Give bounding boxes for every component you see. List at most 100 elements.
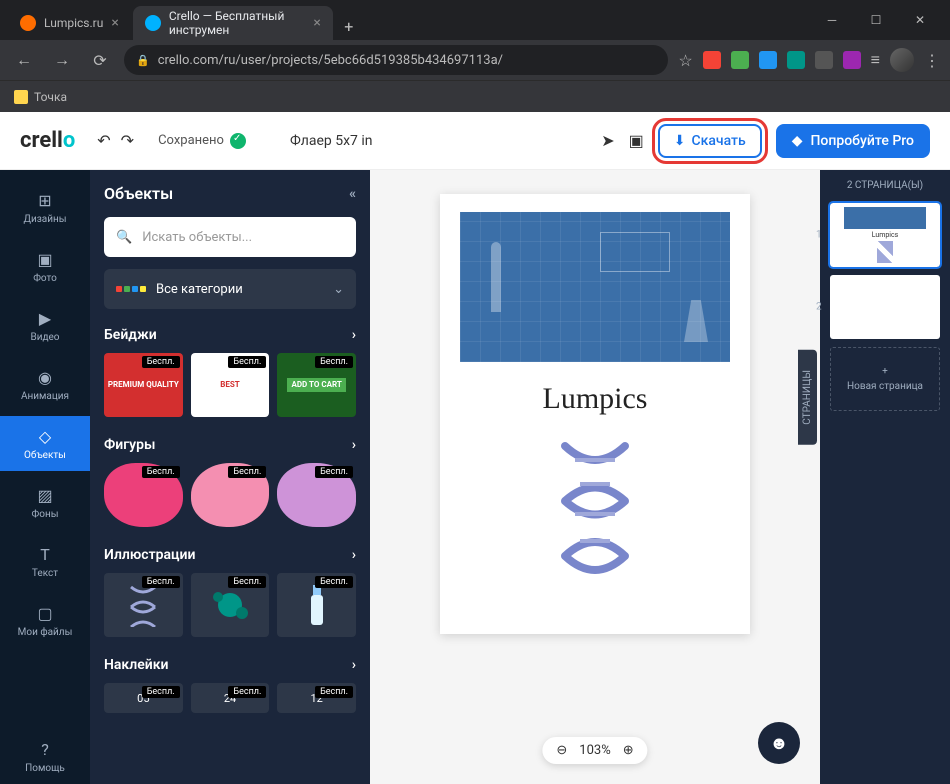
chevron-right-icon[interactable]: › [352,327,356,343]
diamond-icon: ◆ [792,133,803,149]
sticker-item[interactable]: Беспл.05 [104,683,183,713]
url-field[interactable]: 🔒 crello.com/ru/user/projects/5ebc66d519… [124,45,668,75]
back-button[interactable]: ← [10,46,38,74]
download-label: Скачать [691,133,745,149]
rail-designs[interactable]: ⊞Дизайны [0,180,90,235]
fullscreen-icon[interactable]: ▣ [629,131,644,150]
rail-text[interactable]: TТекст [0,534,90,589]
sticker-item[interactable]: Беспл.12 [277,683,356,713]
tab-title: Lumpics.ru [44,16,103,30]
grid-icon: ⊞ [35,190,55,210]
chat-button[interactable]: ☻ [758,722,800,764]
badge-item[interactable]: Беспл.PREMIUM QUALITY [104,353,183,417]
rail-video[interactable]: ▶Видео [0,298,90,353]
page-thumb-2[interactable] [830,275,940,339]
ext-icon[interactable] [815,51,833,69]
virus-icon [208,583,252,627]
zoom-in-button[interactable]: ⊕ [623,743,634,758]
plus-icon: + [882,366,888,377]
photo-icon: ▣ [35,249,55,269]
figure-item[interactable]: Беспл. [191,463,270,527]
collapse-icon[interactable]: « [349,186,356,202]
badges-row: Беспл.PREMIUM QUALITY Беспл.BEST Беспл.A… [104,353,356,417]
saved-label: Сохранено [158,133,224,148]
figure-item[interactable]: Беспл. [104,463,183,527]
illustration-item[interactable]: Беспл. [277,573,356,637]
rail-animation[interactable]: ◉Анимация [0,357,90,412]
search-input[interactable]: 🔍 Искать объекты... [104,217,356,257]
all-categories-button[interactable]: Все категории ⌄ [104,269,356,309]
redo-button[interactable]: ↷ [121,131,134,150]
rail-backgrounds[interactable]: ▨Фоны [0,475,90,530]
dna-icon [125,583,161,627]
ext-icon[interactable] [787,51,805,69]
rail-objects[interactable]: ◇Объекты [0,416,90,471]
star-icon[interactable]: ☆ [678,51,692,70]
zoom-control: ⊖ 103% ⊕ [542,737,647,764]
canvas-area[interactable]: Lumpics ⊖ 103% ⊕ ☻ [370,170,820,784]
favicon [20,15,36,31]
panel-title: Объекты « [104,184,356,203]
close-icon[interactable]: × [111,15,118,31]
blueprint-image[interactable] [460,212,730,362]
rail-files[interactable]: ▢Мои файлы [0,593,90,648]
bookmark-item[interactable]: Точка [34,90,67,104]
pages-tab[interactable]: СТРАНИЦЫ [798,350,817,445]
browser-tab[interactable]: Crello — Бесплатный инструмен × [133,6,333,40]
page-thumb-1[interactable]: Lumpics [830,203,940,267]
chevron-right-icon[interactable]: › [352,657,356,673]
video-icon: ▶ [35,308,55,328]
chevron-right-icon[interactable]: › [352,437,356,453]
illustrations-row: Беспл. Беспл. Беспл. [104,573,356,637]
favicon [145,15,161,31]
maximize-button[interactable]: ☐ [862,6,890,34]
ext-icon[interactable] [731,51,749,69]
download-button[interactable]: ⬇ Скачать [658,124,762,158]
categories-icon [116,286,146,292]
reload-button[interactable]: ⟳ [86,46,114,74]
list-icon[interactable]: ≡ [871,50,880,70]
bookmark-bar: Точка [0,80,950,112]
document-name[interactable]: Флаер 5x7 in [290,133,373,149]
dna-illustration[interactable] [550,436,640,586]
pro-button[interactable]: ◆ Попробуйте Pro [776,124,930,158]
ext-icon[interactable] [703,51,721,69]
objects-panel: Объекты « 🔍 Искать объекты... Все катего… [90,170,370,784]
illustration-item[interactable]: Беспл. [191,573,270,637]
figure-item[interactable]: Беспл. [277,463,356,527]
close-button[interactable]: ✕ [906,6,934,34]
animation-icon: ◉ [35,367,55,387]
forward-button[interactable]: → [48,46,76,74]
illustration-item[interactable]: Беспл. [104,573,183,637]
minimize-button[interactable]: ─ [818,6,846,34]
canvas-title-text[interactable]: Lumpics [543,382,648,416]
close-icon[interactable]: × [313,15,320,31]
folder-icon [14,90,28,104]
rail-help[interactable]: ?Помощь [0,729,90,784]
badge-item[interactable]: Беспл.ADD TO CART [277,353,356,417]
chevron-right-icon[interactable]: › [352,547,356,563]
titlebar: Lumpics.ru × Crello — Бесплатный инструм… [0,0,950,40]
undo-button[interactable]: ↶ [97,131,110,150]
menu-icon[interactable]: ⋮ [924,51,940,70]
section-stickers: Наклейки› [104,657,356,673]
download-icon: ⬇ [674,133,686,149]
sticker-item[interactable]: Беспл.24 [191,683,270,713]
logo[interactable]: crello [20,128,75,153]
folder-icon: ▢ [35,603,55,623]
avatar[interactable] [890,48,914,72]
zoom-out-button[interactable]: ⊖ [556,743,567,758]
page-number: 1 [816,230,822,241]
rail-photo[interactable]: ▣Фото [0,239,90,294]
ext-icon[interactable] [759,51,777,69]
new-page-button[interactable]: + Новая страница [830,347,940,411]
save-status: Сохранено [158,133,246,149]
browser-tab[interactable]: Lumpics.ru × [8,6,131,40]
ext-icon[interactable] [843,51,861,69]
badge-item[interactable]: Беспл.BEST [191,353,270,417]
share-icon[interactable]: ➤ [601,131,614,150]
url-text: crello.com/ru/user/projects/5ebc66d51938… [158,53,503,68]
window-controls: ─ ☐ ✕ [810,6,942,34]
new-tab-button[interactable]: + [335,12,363,40]
canvas-page[interactable]: Lumpics [440,194,750,634]
